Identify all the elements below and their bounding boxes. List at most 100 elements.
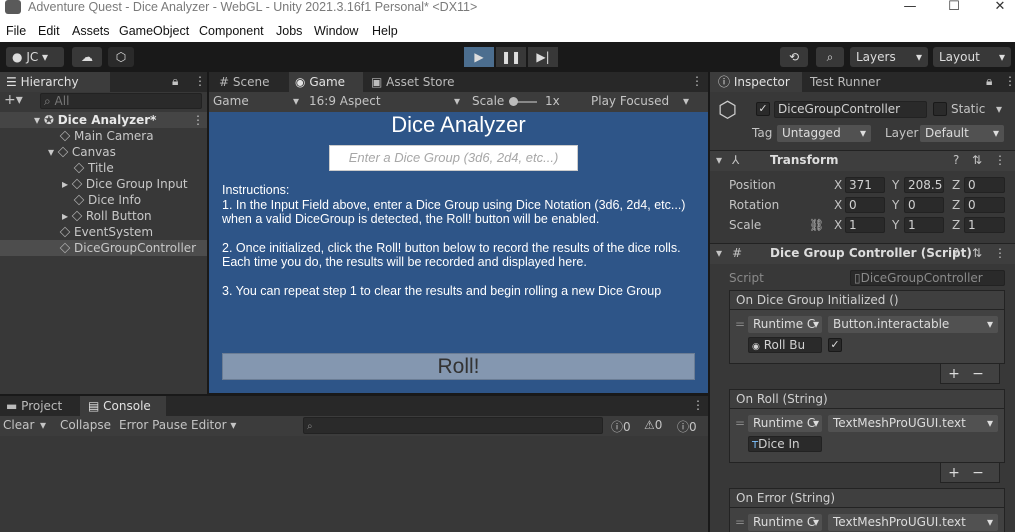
tab-project[interactable]: ▬ Project (0, 396, 78, 416)
lock-icon[interactable]: 🔒︎ (172, 74, 178, 89)
clear-button[interactable]: Clear (3, 418, 34, 432)
hierarchy-item-dice-info[interactable]: Dice Info (0, 192, 141, 208)
warning-count-toggle[interactable]: ⚠0 (644, 418, 662, 432)
collapse-button[interactable]: Collapse (60, 418, 111, 432)
tab-game[interactable]: ◉ Game (289, 72, 363, 92)
expand-arrow-icon[interactable]: ▸ (62, 209, 72, 223)
aspect-dropdown[interactable]: 16:9 Aspect ▾ (309, 94, 469, 108)
active-checkbox[interactable]: ✓ (756, 102, 770, 116)
collab-icon[interactable]: ⬡ (108, 47, 134, 67)
dice-group-input[interactable]: Enter a Dice Group (3d6, 2d4, etc...) (329, 145, 578, 171)
remove-event-button[interactable]: − (968, 365, 988, 383)
tab-test-runner[interactable]: Test Runner (810, 72, 900, 92)
more-options-icon[interactable]: ⋮ (692, 398, 704, 412)
tab-scene[interactable]: # Scene (209, 72, 287, 92)
error-count-toggle[interactable]: ⓘ0 (677, 418, 697, 435)
menu-help[interactable]: Help (372, 24, 398, 38)
menu-edit[interactable]: Edit (38, 24, 60, 38)
error-pause-button[interactable]: Error Pause (119, 418, 187, 432)
hierarchy-item-roll-button[interactable]: ▸ Roll Button (0, 208, 152, 224)
more-options-icon[interactable]: ⋮ (994, 153, 1006, 167)
position-x-field[interactable]: 371 (845, 177, 885, 193)
minimize-icon[interactable]: — (900, 0, 920, 14)
clear-options-icon[interactable]: ▾ (40, 418, 46, 432)
step-button[interactable]: ▶| (528, 47, 558, 67)
account-dropdown[interactable]: ● JC ▾ (6, 47, 64, 67)
menu-window[interactable]: Window (314, 24, 358, 38)
menu-component[interactable]: Component (199, 24, 264, 38)
scale-z-field[interactable]: 1 (964, 217, 1005, 233)
add-icon[interactable]: +▾ (4, 92, 23, 108)
preset-icon[interactable]: ⇅ (972, 246, 982, 260)
expand-arrow-icon[interactable]: ▸ (62, 177, 72, 191)
static-checkbox[interactable] (933, 102, 947, 116)
runtime-dropdown[interactable]: Runtime C ▾ (748, 316, 822, 333)
console-search-input[interactable]: ⌕ (303, 417, 603, 434)
script-component-header[interactable]: ▾ # Dice Group Controller (Script) ? ⇅ ⋮ (710, 244, 1015, 264)
remove-event-button[interactable]: − (968, 464, 988, 482)
log-count-toggle[interactable]: ⓘ0 (611, 418, 631, 435)
hierarchy-item-main-camera[interactable]: Main Camera (0, 128, 154, 144)
scale-x-field[interactable]: 1 (845, 217, 885, 233)
hierarchy-item-canvas[interactable]: ▾ Canvas (0, 144, 116, 160)
pause-button[interactable]: ❚❚ (496, 47, 526, 67)
history-icon[interactable]: ⟲ (780, 47, 808, 67)
display-dropdown[interactable]: Game ▾ (213, 94, 303, 108)
play-focused-dropdown[interactable]: Play Focused ▾ (591, 94, 701, 108)
more-options-icon[interactable]: ⋮ (1004, 74, 1015, 88)
collapse-arrow-icon[interactable]: ▾ (716, 246, 722, 260)
add-event-button[interactable]: + (944, 365, 964, 383)
hierarchy-item-dicegroupcontroller[interactable]: DiceGroupController (0, 240, 207, 256)
preset-icon[interactable]: ⇅ (972, 153, 982, 167)
tag-dropdown[interactable]: Untagged ▾ (777, 125, 871, 142)
function-dropdown[interactable]: TextMeshProUGUI.text ▾ (828, 514, 998, 531)
runtime-dropdown[interactable]: Runtime C ▾ (748, 514, 822, 531)
hierarchy-item-title[interactable]: Title (0, 160, 114, 176)
help-icon[interactable]: ? (953, 246, 959, 260)
layout-dropdown[interactable]: Layout ▾ (933, 47, 1011, 67)
drag-handle-icon[interactable]: = (735, 416, 745, 430)
menu-gameobject[interactable]: GameObject (119, 24, 189, 38)
menu-jobs[interactable]: Jobs (276, 24, 302, 38)
drag-handle-icon[interactable]: = (735, 317, 745, 331)
position-z-field[interactable]: 0 (964, 177, 1005, 193)
rotation-y-field[interactable]: 0 (904, 197, 944, 213)
static-dropdown-icon[interactable]: ▾ (996, 102, 1002, 116)
function-dropdown[interactable]: Button.interactable ▾ (828, 316, 998, 333)
menu-file[interactable]: File (6, 24, 26, 38)
hierarchy-item-eventsystem[interactable]: EventSystem (0, 224, 153, 240)
rotation-x-field[interactable]: 0 (845, 197, 885, 213)
cloud-icon[interactable]: ☁ (72, 47, 102, 67)
more-options-icon[interactable]: ⋮ (194, 74, 206, 88)
scale-slider-handle[interactable] (509, 97, 518, 106)
function-dropdown[interactable]: TextMeshProUGUI.text ▾ (828, 415, 998, 432)
more-options-icon[interactable]: ⋮ (691, 74, 703, 88)
position-y-field[interactable]: 208.5 (904, 177, 944, 193)
rotation-z-field[interactable]: 0 (964, 197, 1005, 213)
roll-button[interactable]: Roll! (222, 353, 695, 380)
tab-asset-store[interactable]: ▣ Asset Store (367, 72, 477, 92)
tab-console[interactable]: ▤ Console (80, 396, 166, 416)
drag-handle-icon[interactable]: = (735, 515, 745, 529)
more-options-icon[interactable]: ⋮ (994, 246, 1006, 260)
target-object-field[interactable]: TDice In (748, 436, 822, 452)
collapse-arrow-icon[interactable]: ▾ (716, 153, 722, 167)
scale-y-field[interactable]: 1 (904, 217, 944, 233)
scene-row[interactable]: ▾ ✪ Dice Analyzer* ⋮ (0, 112, 207, 128)
scene-more-icon[interactable]: ⋮ (192, 112, 204, 128)
add-event-button[interactable]: + (944, 464, 964, 482)
object-name-field[interactable]: DiceGroupController (774, 101, 927, 118)
menu-assets[interactable]: Assets (72, 24, 110, 38)
tab-hierarchy[interactable]: ☰ Hierarchy (0, 72, 110, 92)
hierarchy-search-input[interactable]: ⌕ All (40, 93, 202, 109)
hierarchy-item-dice-group-input[interactable]: ▸ Dice Group Input (0, 176, 188, 192)
layer-dropdown[interactable]: Default ▾ (920, 125, 1004, 142)
play-button[interactable]: ▶ (464, 47, 494, 67)
transform-header[interactable]: ▾ ⅄ Transform ? ⇅ ⋮ (710, 151, 1015, 171)
help-icon[interactable]: ? (953, 153, 959, 167)
constrain-proportions-icon[interactable]: ⛓ (809, 218, 824, 232)
maximize-icon[interactable]: ☐ (944, 0, 964, 14)
editor-dropdown[interactable]: Editor ▾ (191, 418, 236, 432)
close-icon[interactable]: ✕ (990, 0, 1010, 14)
tab-inspector[interactable]: ⓘ Inspector (710, 72, 802, 92)
